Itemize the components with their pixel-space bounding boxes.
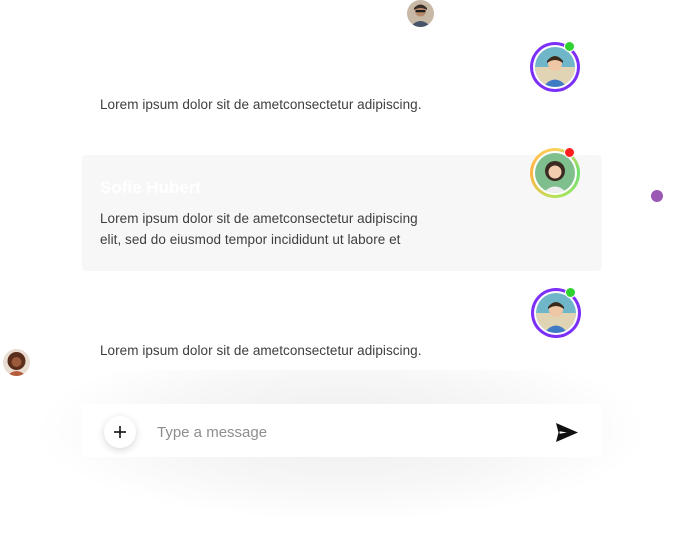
floating-avatar-top [407, 0, 434, 27]
message-3-text: Lorem ipsum dolor sit de ametconsectetur… [100, 343, 422, 358]
message-1-text: Lorem ipsum dolor sit de ametconsectetur… [100, 97, 422, 112]
person-avatar-icon [535, 153, 575, 193]
message-input[interactable] [155, 418, 539, 446]
accent-dot [651, 190, 663, 202]
message-2-avatar[interactable] [530, 147, 580, 198]
status-online-indicator [564, 41, 575, 52]
status-busy-indicator [564, 147, 575, 158]
message-2-text-line-2: elit, sed do eiusmod tempor incididunt u… [100, 232, 401, 247]
sender-name: Sofie Hubert [100, 178, 202, 197]
person-avatar-icon [536, 293, 576, 333]
send-button[interactable] [554, 420, 580, 444]
person-avatar-icon [535, 47, 575, 87]
send-icon [556, 422, 578, 442]
add-attachment-button[interactable] [104, 416, 136, 448]
message-3-avatar[interactable] [531, 287, 581, 338]
message-2-text-line-1: Lorem ipsum dolor sit de ametconsectetur… [100, 211, 418, 226]
floating-avatar-left [3, 349, 30, 376]
plus-icon [114, 426, 126, 438]
message-1-avatar[interactable] [530, 41, 580, 92]
status-online-indicator [565, 287, 576, 298]
